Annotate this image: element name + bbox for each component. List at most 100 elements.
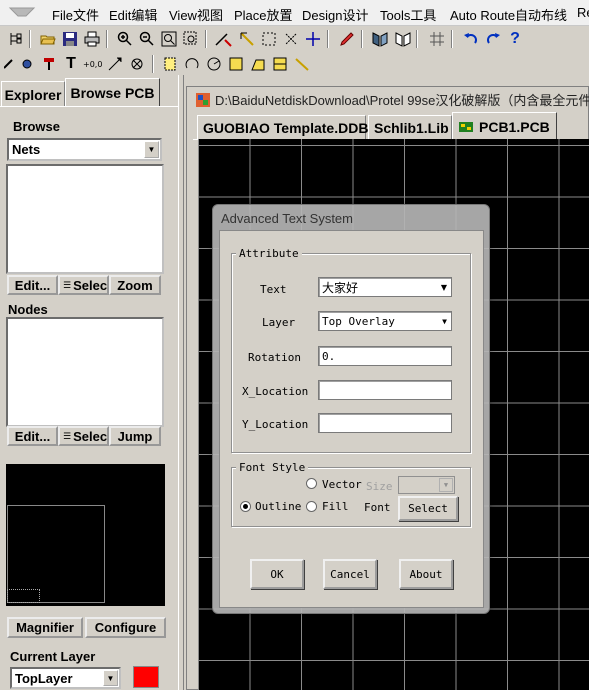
deselect-icon[interactable] — [281, 29, 301, 49]
menu-more[interactable]: Re — [577, 5, 589, 20]
via-icon[interactable] — [39, 54, 59, 74]
browse-list[interactable] — [6, 164, 164, 274]
configure-button[interactable]: Configure — [85, 617, 166, 638]
panel-splitter[interactable] — [178, 75, 184, 690]
chevron-down-icon: ▼ — [442, 317, 447, 326]
text-combo[interactable]: 大家好 ▼ — [318, 277, 452, 297]
rotation-input[interactable]: 0. — [318, 346, 452, 366]
layer-color-swatch[interactable] — [133, 666, 159, 688]
font-style-label: Font Style — [236, 461, 309, 474]
tab-guobiao-template[interactable]: GUOBIAO Template.DDB — [197, 115, 368, 139]
pcb-document-icon — [459, 121, 473, 132]
magnifier-view[interactable] — [6, 464, 165, 606]
browse-edit-button[interactable]: Edit... — [7, 275, 58, 295]
chevron-down-icon: ▼ — [440, 283, 447, 292]
grid-icon[interactable] — [427, 29, 447, 49]
app-logo-icon — [8, 7, 36, 17]
svg-text:+0,0: +0,0 — [83, 60, 102, 69]
text-label: Text — [260, 283, 287, 296]
outline-label: Outline — [255, 500, 302, 513]
move-cross-icon[interactable] — [303, 29, 323, 49]
ok-button[interactable]: OK — [250, 559, 304, 589]
menu-file[interactable]: File文件 — [52, 5, 99, 24]
print-icon[interactable] — [82, 29, 102, 49]
zoom-out-icon[interactable] — [137, 29, 157, 49]
fill-label: Fill — [322, 500, 349, 513]
current-layer-select[interactable]: TopLayer ▼ — [10, 667, 121, 689]
tab-pcb1[interactable]: PCB1.PCB — [452, 112, 557, 140]
nodes-edit-button[interactable]: Edit... — [7, 426, 58, 446]
browse-library-icon[interactable] — [393, 29, 413, 49]
layer-combo[interactable]: Top Overlay ▼ — [318, 311, 452, 331]
arc-center-icon[interactable] — [182, 54, 202, 74]
font-select-button[interactable]: Select — [398, 496, 458, 521]
attribute-label: Attribute — [236, 247, 302, 260]
text-icon[interactable]: T — [61, 54, 81, 74]
room-icon[interactable] — [160, 54, 180, 74]
magnifier-button[interactable]: Magnifier — [7, 617, 83, 638]
font-label: Font — [364, 501, 391, 514]
text-value: 大家好 — [322, 280, 359, 295]
zoom-area-icon[interactable] — [181, 29, 201, 49]
about-button[interactable]: About — [399, 559, 453, 589]
cancel-button[interactable]: Cancel — [323, 559, 377, 589]
save-icon[interactable] — [60, 29, 80, 49]
menu-place[interactable]: Place放置 — [234, 5, 293, 24]
tab-explorer[interactable]: Explorer — [1, 81, 65, 107]
outline-radio[interactable] — [240, 501, 251, 512]
view-window-marker[interactable] — [7, 589, 40, 603]
menu-auto-route[interactable]: Auto Route自动布线 — [450, 5, 567, 24]
current-layer-label: Current Layer — [10, 649, 96, 664]
vector-radio[interactable] — [306, 478, 317, 489]
nodes-jump-button[interactable]: Jump — [109, 426, 161, 446]
pencil-icon[interactable] — [337, 29, 357, 49]
chevron-down-icon: ▼ — [439, 478, 453, 492]
open-folder-icon[interactable] — [38, 29, 58, 49]
y-location-input[interactable] — [318, 413, 452, 433]
pad-icon[interactable] — [17, 54, 37, 74]
split-plane-icon[interactable] — [270, 54, 290, 74]
zoom-in-icon[interactable] — [115, 29, 135, 49]
library-icon[interactable] — [370, 29, 390, 49]
fill-radio[interactable] — [306, 501, 317, 512]
line-icon[interactable] — [292, 54, 312, 74]
design-manager-icon[interactable] — [6, 29, 26, 49]
menu-view[interactable]: View视图 — [169, 5, 223, 24]
x-location-input[interactable] — [318, 380, 452, 400]
polygon-plane-icon[interactable] — [248, 54, 268, 74]
dimension-icon[interactable] — [105, 54, 125, 74]
y-location-label: Y_Location — [242, 418, 309, 431]
tab-schlib1[interactable]: Schlib1.Lib — [368, 115, 452, 139]
select-area-icon[interactable] — [259, 29, 279, 49]
x-location-label: X_Location — [242, 385, 309, 398]
fill-icon[interactable] — [226, 54, 246, 74]
advanced-text-dialog: Advanced Text System Attribute Text 大家好 … — [212, 204, 490, 614]
menu-edit[interactable]: Edit编辑 — [109, 5, 157, 24]
main-toolbar: ? — [0, 27, 589, 52]
browse-select[interactable]: Nets ▼ — [7, 138, 162, 161]
rotation-label: Rotation — [248, 351, 301, 364]
arc-edge-icon[interactable] — [204, 54, 224, 74]
coordinate-icon[interactable]: +0,0 — [83, 54, 103, 74]
menu-tools[interactable]: Tools工具 — [380, 5, 436, 24]
document-path: D:\BaiduNetdiskDownload\Protel 99se汉化破解版… — [215, 93, 589, 108]
browse-select-button-label: Select — [73, 277, 109, 293]
tab-browse-pcb[interactable]: Browse PCB — [65, 78, 160, 107]
redo-icon[interactable] — [483, 29, 503, 49]
placement-toolbar: T +0,0 — [0, 52, 589, 77]
menu-design[interactable]: Design设计 — [302, 5, 368, 24]
wire-arrow-icon[interactable] — [237, 29, 257, 49]
size-label: Size — [366, 480, 393, 493]
size-combo[interactable]: ▼ — [398, 476, 455, 494]
browse-zoom-button[interactable]: Zoom — [109, 275, 161, 295]
zoom-fit-icon[interactable] — [159, 29, 179, 49]
nodes-select-button-label: Select — [73, 428, 109, 444]
browse-select-button[interactable]: ☰ Select — [58, 275, 109, 295]
component-icon[interactable] — [127, 54, 147, 74]
rotation-value: 0. — [322, 349, 336, 363]
help-icon[interactable]: ? — [505, 29, 525, 49]
cross-probe-icon[interactable] — [214, 29, 234, 49]
nodes-list[interactable] — [6, 317, 164, 427]
undo-icon[interactable] — [461, 29, 481, 49]
nodes-select-button[interactable]: ☰ Select — [58, 426, 109, 446]
